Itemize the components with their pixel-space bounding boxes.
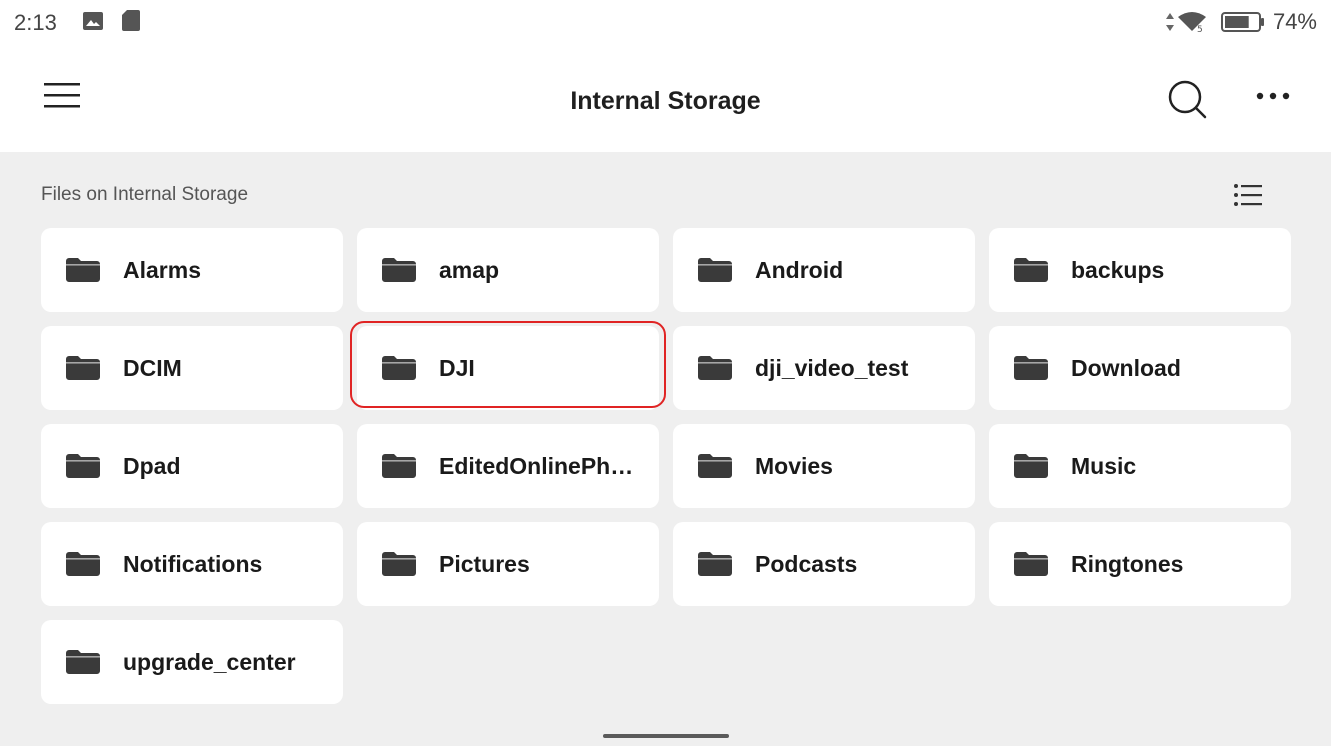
folder-icon (698, 356, 732, 380)
folder-icon (1014, 454, 1048, 478)
folder-tile[interactable]: EditedOnlinePh… (357, 424, 659, 508)
folder-icon (1014, 552, 1048, 576)
folder-tile[interactable]: Pictures (357, 522, 659, 606)
folder-grid: Alarms amap Android backups DCIM DJI dji_video… (0, 0, 1331, 746)
folder-name: DJI (439, 355, 475, 381)
folder-tile[interactable]: upgrade_center (41, 620, 343, 704)
folder-icon (66, 454, 100, 478)
folder-tile[interactable]: Podcasts (673, 522, 975, 606)
folder-name: Download (1071, 355, 1181, 381)
gesture-bar[interactable] (603, 734, 729, 738)
folder-icon (66, 650, 100, 674)
folder-icon (66, 552, 100, 576)
folder-icon (698, 552, 732, 576)
folder-icon (66, 356, 100, 380)
folder-name: EditedOnlinePh… (439, 453, 634, 479)
file-manager-screen: 2:13 5 74% Internal Storage Files on Int… (0, 0, 1331, 746)
folder-name: Alarms (123, 257, 201, 283)
folder-icon (382, 454, 416, 478)
folder-name: DCIM (123, 355, 182, 381)
folder-name: Android (755, 257, 844, 283)
folder-tile[interactable]: backups (989, 228, 1291, 312)
folder-tile[interactable]: Music (989, 424, 1291, 508)
folder-tile[interactable]: Dpad (41, 424, 343, 508)
folder-name: backups (1071, 257, 1165, 283)
folder-tile[interactable]: dji_video_test (673, 326, 975, 410)
folder-icon (698, 454, 732, 478)
folder-tile[interactable]: DJI (357, 326, 659, 410)
folder-name: amap (439, 257, 500, 283)
folder-tile[interactable]: Notifications (41, 522, 343, 606)
folder-icon (382, 258, 416, 282)
folder-name: Music (1071, 453, 1137, 479)
folder-tile[interactable]: DCIM (41, 326, 343, 410)
folder-icon (1014, 258, 1048, 282)
folder-name: Ringtones (1071, 551, 1184, 577)
folder-name: Pictures (439, 551, 530, 577)
folder-icon (382, 552, 416, 576)
folder-name: Notifications (123, 551, 263, 577)
folder-icon (1014, 356, 1048, 380)
folder-name: dji_video_test (755, 355, 909, 381)
folder-tile[interactable]: Android (673, 228, 975, 312)
folder-tile[interactable]: amap (357, 228, 659, 312)
folder-tile[interactable]: Download (989, 326, 1291, 410)
folder-name: Movies (755, 453, 833, 479)
folder-icon (698, 258, 732, 282)
folder-tile[interactable]: Alarms (41, 228, 343, 312)
folder-icon (66, 258, 100, 282)
folder-tile[interactable]: Movies (673, 424, 975, 508)
folder-name: Podcasts (755, 551, 858, 577)
folder-icon (382, 356, 416, 380)
folder-name: Dpad (123, 453, 181, 479)
folder-tile[interactable]: Ringtones (989, 522, 1291, 606)
folder-name: upgrade_center (123, 649, 296, 675)
